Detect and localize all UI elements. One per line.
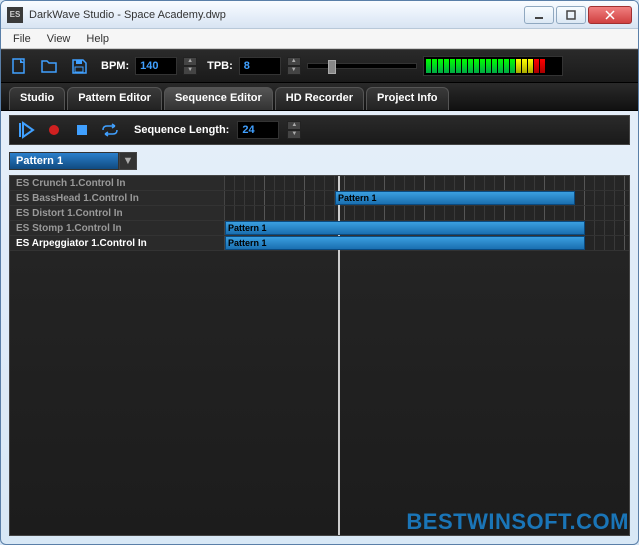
level-meter	[423, 56, 563, 76]
track-cells[interactable]: Pattern 1	[225, 221, 629, 235]
minimize-button[interactable]	[524, 6, 554, 24]
pattern-clip[interactable]: Pattern 1	[225, 236, 585, 250]
play-icon[interactable]	[16, 120, 36, 140]
watermark: BESTWINSOFT.COM	[406, 509, 629, 535]
track-row[interactable]: ES BassHead 1.Control In Pattern 1	[10, 191, 629, 206]
menu-help[interactable]: Help	[78, 31, 117, 47]
sequence-grid[interactable]: ES Crunch 1.Control InES BassHead 1.Cont…	[9, 175, 630, 536]
bpm-spinner[interactable]: ▲▼	[183, 57, 197, 75]
tpb-label: TPB:	[207, 60, 233, 72]
seq-length-value[interactable]: 24	[237, 121, 279, 139]
volume-slider[interactable]	[307, 63, 417, 69]
pattern-dropdown[interactable]: Pattern 1	[9, 152, 119, 170]
track-cells[interactable]: Pattern 1	[225, 191, 629, 205]
track-row[interactable]: ES Stomp 1.Control InPattern 1	[10, 221, 629, 236]
track-cells[interactable]	[225, 176, 629, 190]
seq-length-spinner[interactable]: ▲▼	[287, 121, 301, 139]
tab-sequence-editor[interactable]: Sequence Editor	[164, 87, 273, 110]
track-label[interactable]: ES Distort 1.Control In	[10, 206, 225, 220]
menu-view[interactable]: View	[39, 31, 79, 47]
chevron-down-icon[interactable]: ▼	[119, 152, 137, 170]
record-icon[interactable]	[44, 120, 64, 140]
track-label[interactable]: ES Crunch 1.Control In	[10, 176, 225, 190]
stop-icon[interactable]	[72, 120, 92, 140]
close-button[interactable]	[588, 6, 632, 24]
tab-project-info[interactable]: Project Info	[366, 87, 449, 110]
pattern-clip[interactable]: Pattern 1	[335, 191, 575, 205]
tab-studio[interactable]: Studio	[9, 87, 65, 110]
track-label[interactable]: ES Arpeggiator 1.Control In	[10, 236, 225, 250]
slider-thumb[interactable]	[328, 60, 336, 74]
menu-file[interactable]: File	[5, 31, 39, 47]
save-icon[interactable]	[67, 54, 91, 78]
bpm-value[interactable]: 140	[135, 57, 177, 75]
tab-pattern-editor[interactable]: Pattern Editor	[67, 87, 162, 110]
pattern-selector-row: Pattern 1 ▼	[9, 149, 630, 173]
tabs: Studio Pattern Editor Sequence Editor HD…	[1, 83, 638, 111]
new-file-icon[interactable]	[7, 54, 31, 78]
track-row[interactable]: ES Arpeggiator 1.Control InPattern 1	[10, 236, 629, 251]
tpb-spinner[interactable]: ▲▼	[287, 57, 301, 75]
bpm-label: BPM:	[101, 60, 129, 72]
seq-length-label: Sequence Length:	[134, 124, 229, 136]
track-cells[interactable]	[225, 206, 629, 220]
track-label[interactable]: ES BassHead 1.Control In	[10, 191, 225, 205]
editor-toolbar: Sequence Length: 24 ▲▼	[9, 115, 630, 145]
open-folder-icon[interactable]	[37, 54, 61, 78]
main-toolbar: BPM: 140 ▲▼ TPB: 8 ▲▼	[1, 49, 638, 83]
app-icon: ES	[7, 7, 23, 23]
pattern-clip[interactable]: Pattern 1	[225, 221, 585, 235]
tpb-value[interactable]: 8	[239, 57, 281, 75]
window-title: DarkWave Studio - Space Academy.dwp	[29, 9, 524, 21]
titlebar[interactable]: ES DarkWave Studio - Space Academy.dwp	[1, 1, 638, 29]
track-row[interactable]: ES Crunch 1.Control In	[10, 176, 629, 191]
window-controls	[524, 6, 632, 24]
track-label[interactable]: ES Stomp 1.Control In	[10, 221, 225, 235]
track-row[interactable]: ES Distort 1.Control In	[10, 206, 629, 221]
menubar: File View Help	[1, 29, 638, 49]
track-cells[interactable]: Pattern 1	[225, 236, 629, 250]
tab-hd-recorder[interactable]: HD Recorder	[275, 87, 364, 110]
main-window: ES DarkWave Studio - Space Academy.dwp F…	[0, 0, 639, 545]
loop-icon[interactable]	[100, 120, 120, 140]
maximize-button[interactable]	[556, 6, 586, 24]
